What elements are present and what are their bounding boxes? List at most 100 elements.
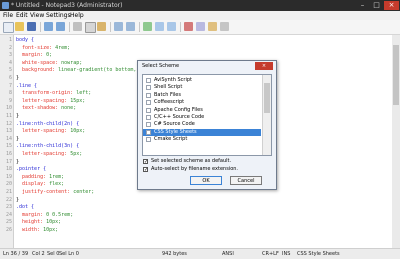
line-number: 24 — [5, 211, 12, 218]
code-token: center; — [73, 189, 95, 195]
scheme-list-scrollbar-thumb[interactable] — [264, 83, 270, 113]
line-number: 11 — [5, 113, 12, 119]
menu-settings[interactable]: Settings — [46, 11, 71, 20]
cancel-button[interactable]: Cancel — [230, 176, 262, 185]
scrollbar-thumb[interactable] — [393, 45, 399, 105]
menu-edit[interactable]: Edit — [16, 11, 28, 20]
scheme-list-item[interactable]: Cmake Script — [143, 136, 261, 143]
menu-bar: File Edit View Settings Help — [0, 11, 400, 20]
scheme-list-item[interactable]: Coffeescript — [143, 99, 261, 106]
set-default-check-box[interactable]: ✓ — [143, 159, 148, 165]
scheme-list-item-label: Batch Files — [154, 91, 181, 98]
code-token: } — [16, 135, 20, 142]
code-token: 10px; — [70, 128, 86, 135]
code-token: letter-spacing: — [16, 151, 71, 157]
ok-button[interactable]: OK — [190, 176, 222, 185]
code-token: 15px; — [70, 97, 86, 104]
code-line: width: 10px; — [16, 227, 58, 233]
scheme-list-item[interactable]: C# Source Code — [143, 121, 261, 128]
scheme-list-item-label: Apache Config Files — [154, 106, 203, 113]
exit-icon[interactable] — [220, 22, 229, 31]
scheme-list-item[interactable]: CSS Style Sheets — [143, 128, 261, 136]
code-line: justify-content: center; — [16, 189, 94, 195]
minimize-button[interactable]: – — [356, 1, 369, 10]
scheme-icon[interactable] — [184, 22, 193, 31]
undo-icon[interactable] — [44, 22, 53, 31]
scheme-list-scrollbar[interactable] — [262, 75, 271, 155]
zoom-in-icon[interactable] — [155, 22, 164, 31]
line-number: 21 — [5, 189, 12, 195]
replace-icon[interactable] — [126, 22, 135, 31]
scheme-list-item[interactable]: Batch Files — [143, 92, 261, 99]
dialog-close-button[interactable]: × — [255, 62, 273, 70]
line-number: 9 — [8, 97, 12, 104]
code-line: } — [16, 159, 19, 165]
status-bar: Ln 36 / 39 Col 2 Sel 0 Sel Ln 0 942 byte… — [0, 248, 400, 259]
find-icon[interactable] — [114, 22, 123, 31]
line-number: 15 — [5, 143, 12, 150]
file-icon — [146, 100, 151, 106]
settings-icon[interactable] — [208, 22, 217, 31]
file-icon — [146, 92, 151, 98]
code-token: padding: — [16, 173, 50, 180]
menu-file[interactable]: File — [3, 11, 13, 20]
code-token: 0 0.5rem; — [46, 211, 74, 218]
redo-icon[interactable] — [56, 22, 65, 31]
scheme-list-item-label: Coffeescript — [154, 99, 185, 106]
code-token: body { — [16, 37, 35, 43]
code-token: 0; — [46, 52, 53, 59]
menu-help[interactable]: Help — [70, 11, 84, 20]
code-token: width: — [16, 227, 44, 233]
scheme-list-item[interactable]: AviSynth Script — [143, 77, 261, 84]
code-token: letter-spacing: — [16, 97, 71, 104]
code-token: } — [16, 113, 20, 119]
code-token: 10px; — [46, 219, 62, 226]
auto-select-label: Auto-select by filename extension. — [151, 166, 239, 172]
vertical-scrollbar[interactable] — [392, 35, 400, 248]
code-token: text-shadow: — [16, 105, 62, 112]
set-default-checkbox[interactable]: ✓ Set selected scheme as default. — [143, 158, 263, 165]
line-number: 12 — [5, 120, 12, 127]
line-number: 10 — [5, 105, 12, 112]
line-number: 23 — [5, 204, 12, 211]
menu-view[interactable]: View — [30, 11, 44, 20]
auto-select-check-box[interactable]: ✓ — [143, 167, 148, 173]
scheme-list-item[interactable]: Shell Script — [143, 84, 261, 91]
code-token: letter-spacing: — [16, 128, 71, 135]
auto-select-checkbox[interactable]: ✓ Auto-select by filename extension. — [143, 166, 263, 173]
maximize-button[interactable]: □ — [370, 1, 383, 10]
zoom-out-icon[interactable] — [167, 22, 176, 31]
code-line: } — [16, 136, 19, 142]
close-button[interactable]: × — [384, 1, 399, 10]
word-wrap-icon[interactable] — [143, 22, 152, 31]
cut-icon[interactable] — [73, 22, 82, 31]
scheme-list-item[interactable]: Apache Config Files — [143, 107, 261, 114]
code-line: .dot { — [16, 204, 34, 210]
code-line: .line:nth-child(3n) { — [16, 143, 79, 149]
line-number: 17 — [5, 158, 12, 165]
code-line: letter-spacing: 10px; — [16, 128, 85, 134]
code-token: } — [16, 158, 20, 165]
code-token: height: — [16, 219, 47, 226]
line-number: 18 — [5, 166, 12, 173]
paste-icon[interactable] — [97, 22, 106, 31]
scheme-list[interactable]: AviSynth Script Shell Script Batch Files Co… — [142, 74, 272, 156]
line-number: 20 — [5, 181, 12, 188]
save-icon[interactable] — [27, 22, 36, 31]
customize-scheme-icon[interactable] — [196, 22, 205, 31]
new-file-icon[interactable] — [3, 22, 14, 33]
code-token: nowrap; — [61, 59, 83, 66]
code-line: body { — [16, 37, 34, 43]
file-icon — [146, 107, 151, 113]
code-line: text-shadow: none; — [16, 105, 76, 111]
open-folder-icon[interactable] — [15, 22, 24, 31]
code-token: 5px; — [70, 151, 83, 157]
line-number: 22 — [5, 196, 12, 203]
scheme-list-item-label: AviSynth Script — [154, 77, 192, 83]
scheme-list-item[interactable]: C/C++ Source Code — [143, 114, 261, 121]
line-number: 26 — [5, 227, 12, 233]
line-number: 7 — [8, 82, 12, 89]
code-token: .pointer { — [16, 166, 47, 173]
file-icon — [146, 137, 151, 143]
copy-icon[interactable] — [85, 22, 96, 33]
